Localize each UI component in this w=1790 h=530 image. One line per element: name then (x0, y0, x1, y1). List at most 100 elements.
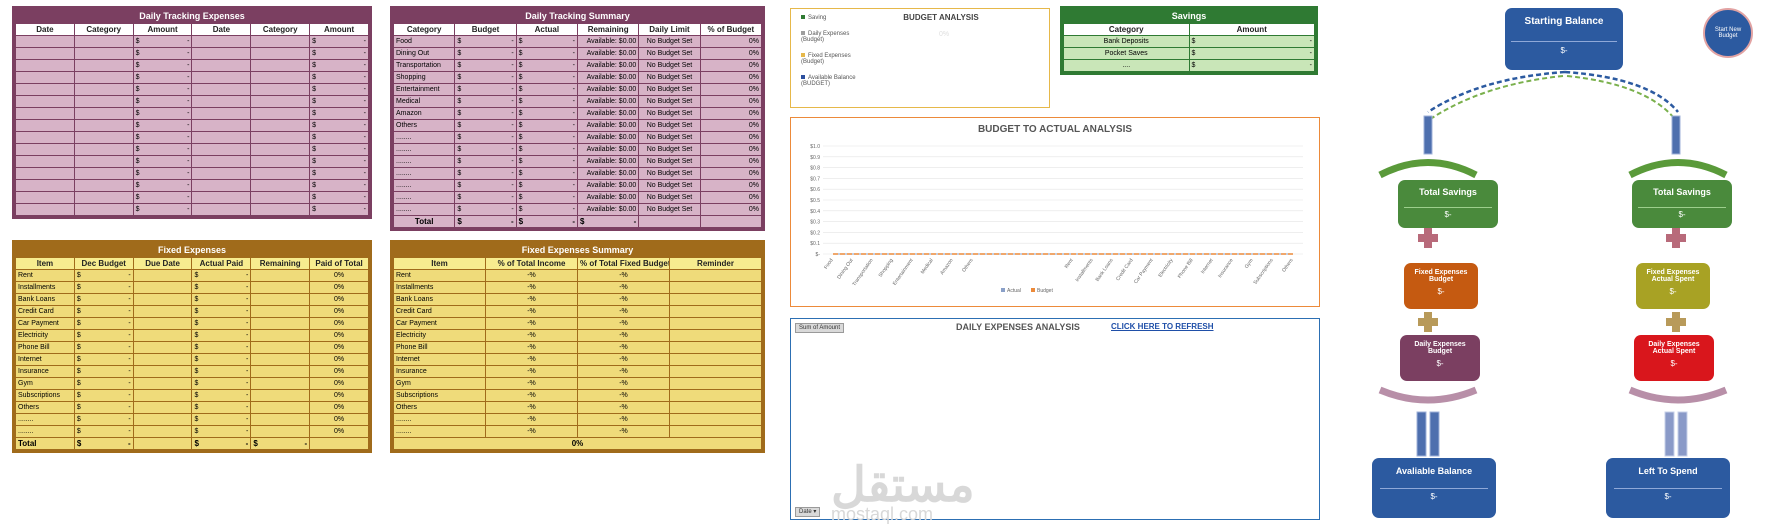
amount-cell[interactable]: $ - (132, 59, 193, 72)
summary-budget[interactable]: $ - (454, 167, 517, 180)
date-field-button[interactable]: Date ▾ (795, 507, 821, 517)
summary-budget[interactable]: $ - (454, 47, 517, 60)
fixed-actual-paid[interactable]: $ - (191, 353, 252, 366)
amount-cell[interactable]: $ - (132, 179, 193, 192)
amount-cell[interactable]: $ - (132, 143, 193, 156)
fes-reminder[interactable] (669, 317, 762, 330)
date-cell[interactable] (15, 131, 75, 144)
date-cell[interactable] (191, 203, 252, 216)
date-cell[interactable] (15, 35, 75, 48)
summary-actual[interactable]: $ - (515, 83, 578, 96)
summary-actual[interactable]: $ - (515, 107, 578, 120)
category-cell[interactable] (73, 179, 134, 192)
category-cell[interactable] (73, 167, 134, 180)
summary-actual[interactable]: $ - (515, 95, 578, 108)
amount-cell[interactable]: $ - (309, 35, 369, 48)
summary-actual[interactable]: $ - (515, 35, 578, 48)
fixed-actual-paid[interactable]: $ - (191, 365, 252, 378)
date-cell[interactable] (191, 167, 252, 180)
amount-cell[interactable]: $ - (309, 119, 369, 132)
category-cell[interactable] (250, 155, 311, 168)
category-cell[interactable] (73, 83, 134, 96)
date-cell[interactable] (191, 59, 252, 72)
summary-budget[interactable]: $ - (454, 71, 517, 84)
category-cell[interactable] (250, 71, 311, 84)
summary-actual[interactable]: $ - (515, 71, 578, 84)
summary-actual[interactable]: $ - (515, 191, 578, 204)
fixed-actual-paid[interactable]: $ - (191, 413, 252, 426)
amount-cell[interactable]: $ - (132, 203, 193, 216)
amount-cell[interactable]: $ - (132, 131, 193, 144)
fes-reminder[interactable] (669, 353, 762, 366)
category-cell[interactable] (250, 191, 311, 204)
amount-cell[interactable]: $ - (309, 107, 369, 120)
amount-cell[interactable]: $ - (132, 47, 193, 60)
amount-cell[interactable]: $ - (309, 47, 369, 60)
date-cell[interactable] (191, 191, 252, 204)
summary-budget[interactable]: $ - (454, 203, 517, 216)
budget-to-actual-chart[interactable]: BUDGET TO ACTUAL ANALYSIS $1.0 $0.9 $0.8 $0… (790, 117, 1320, 307)
fixed-actual-paid[interactable]: $ - (191, 401, 252, 414)
summary-budget[interactable]: $ - (454, 191, 517, 204)
amount-cell[interactable]: $ - (309, 143, 369, 156)
amount-cell[interactable]: $ - (309, 83, 369, 96)
summary-budget[interactable]: $ - (454, 119, 517, 132)
fes-reminder[interactable] (669, 425, 762, 438)
category-cell[interactable] (250, 47, 311, 60)
summary-budget[interactable]: $ - (454, 131, 517, 144)
amount-cell[interactable]: $ - (132, 119, 193, 132)
date-cell[interactable] (191, 119, 252, 132)
daily-expenses-analysis-chart[interactable]: Sum of Amount DAILY EXPENSES ANALYSIS CL… (790, 318, 1320, 524)
category-cell[interactable] (73, 143, 134, 156)
date-cell[interactable] (15, 179, 75, 192)
fixed-actual-paid[interactable]: $ - (191, 377, 252, 390)
fixed-due-date[interactable] (132, 389, 193, 402)
fixed-due-date[interactable] (132, 341, 193, 354)
date-cell[interactable] (15, 203, 75, 216)
category-cell[interactable] (73, 119, 134, 132)
fixed-budget[interactable]: $ - (73, 425, 134, 438)
summary-budget[interactable]: $ - (454, 143, 517, 156)
summary-budget[interactable]: $ - (454, 95, 517, 108)
category-cell[interactable] (250, 179, 311, 192)
summary-budget[interactable]: $ - (454, 107, 517, 120)
fixed-actual-paid[interactable]: $ - (191, 305, 252, 318)
fixed-actual-paid[interactable]: $ - (191, 269, 252, 282)
amount-cell[interactable]: $ - (309, 131, 369, 144)
amount-cell[interactable]: $ - (309, 95, 369, 108)
savings-amount[interactable]: $ - (1188, 59, 1315, 72)
summary-actual[interactable]: $ - (515, 119, 578, 132)
fixed-due-date[interactable] (132, 281, 193, 294)
amount-cell[interactable]: $ - (132, 71, 193, 84)
summary-actual[interactable]: $ - (515, 179, 578, 192)
fes-reminder[interactable] (669, 269, 762, 282)
fixed-due-date[interactable] (132, 317, 193, 330)
fixed-actual-paid[interactable]: $ - (191, 293, 252, 306)
amount-cell[interactable]: $ - (309, 167, 369, 180)
fixed-due-date[interactable] (132, 329, 193, 342)
fixed-budget[interactable]: $ - (73, 269, 134, 282)
date-cell[interactable] (15, 107, 75, 120)
category-cell[interactable] (250, 35, 311, 48)
fixed-actual-paid[interactable]: $ - (191, 329, 252, 342)
date-cell[interactable] (15, 143, 75, 156)
amount-cell[interactable]: $ - (309, 155, 369, 168)
fixed-budget[interactable]: $ - (73, 413, 134, 426)
fixed-budget[interactable]: $ - (73, 341, 134, 354)
category-cell[interactable] (250, 83, 311, 96)
savings-amount[interactable]: $ - (1188, 35, 1315, 48)
fixed-actual-paid[interactable]: $ - (191, 281, 252, 294)
fes-reminder[interactable] (669, 401, 762, 414)
date-cell[interactable] (191, 47, 252, 60)
fixed-actual-paid[interactable]: $ - (191, 341, 252, 354)
fixed-budget[interactable]: $ - (73, 389, 134, 402)
category-cell[interactable] (73, 59, 134, 72)
amount-cell[interactable]: $ - (132, 95, 193, 108)
summary-budget[interactable]: $ - (454, 35, 517, 48)
category-cell[interactable] (73, 155, 134, 168)
fixed-budget[interactable]: $ - (73, 365, 134, 378)
category-cell[interactable] (73, 203, 134, 216)
date-cell[interactable] (15, 167, 75, 180)
fixed-due-date[interactable] (132, 377, 193, 390)
fixed-budget[interactable]: $ - (73, 305, 134, 318)
